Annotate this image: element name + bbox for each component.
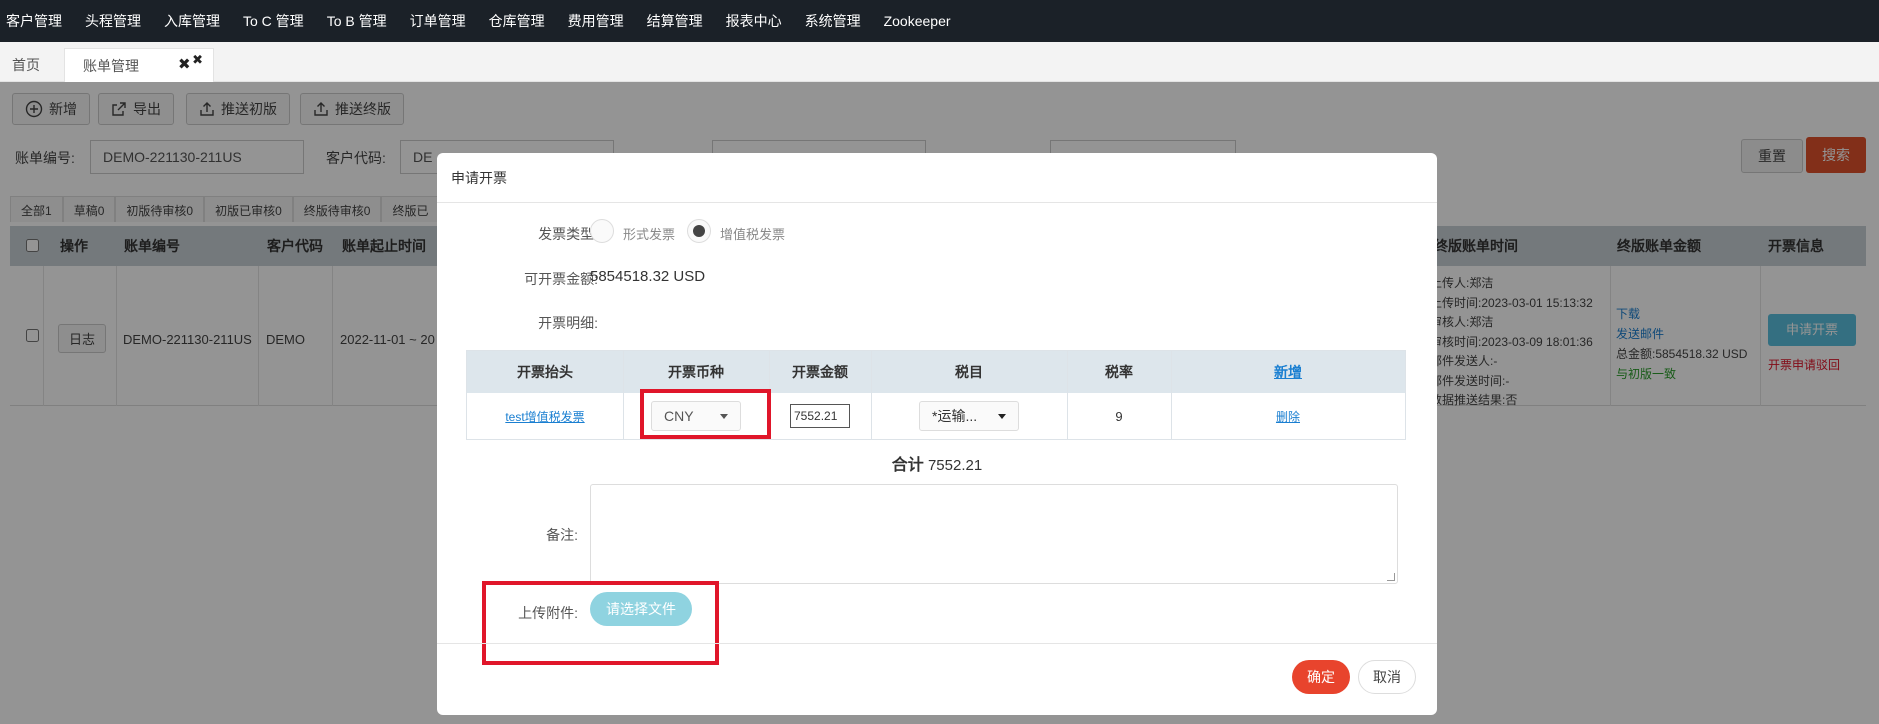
- nav-item-customer[interactable]: 客户管理: [0, 11, 77, 31]
- nav-item-toc[interactable]: To C 管理: [235, 11, 319, 31]
- invoice-title-link[interactable]: test增值税发票: [505, 408, 584, 425]
- row-amount-cell: 7552.21: [769, 393, 871, 439]
- tax-item-select[interactable]: *运输...: [919, 401, 1019, 431]
- invoice-detail-label: 开票明细:: [538, 315, 598, 331]
- cancel-button[interactable]: 取消: [1358, 660, 1416, 694]
- tab-home[interactable]: 首页: [12, 48, 40, 82]
- highlight-box-upload: [482, 581, 719, 665]
- dialog-footer-divider: [437, 643, 1437, 644]
- apply-invoice-dialog: 申请开票 发票类型: 形式发票 增值税发票 可开票金额: 5854518.32 …: [437, 153, 1437, 715]
- invoice-total: 合计 7552.21: [437, 451, 1437, 475]
- col-invoice-title: 开票抬头: [467, 351, 623, 393]
- col-tax-item: 税目: [871, 351, 1067, 393]
- remark-label: 备注:: [546, 527, 578, 543]
- nav-item-reports[interactable]: 报表中心: [718, 11, 797, 31]
- nav-item-warehouse[interactable]: 仓库管理: [481, 11, 560, 31]
- chevron-down-icon: [998, 413, 1006, 419]
- confirm-button[interactable]: 确定: [1292, 660, 1350, 694]
- row-tax-item-cell: *运输...: [871, 393, 1067, 439]
- highlight-box-currency: [640, 389, 771, 439]
- nav-item-system[interactable]: 系统管理: [797, 11, 876, 31]
- close-all-tabs-icon[interactable]: ✖: [178, 48, 191, 82]
- col-invoice-amount: 开票金额: [769, 351, 871, 393]
- radio-proforma[interactable]: [590, 219, 614, 243]
- available-amount-label: 可开票金额:: [524, 271, 598, 287]
- total-label: 合计: [891, 457, 924, 474]
- invoice-detail-table: 开票抬头 开票币种 开票金额 税目 税率 新增 test增值税发票 CNY 75…: [466, 350, 1406, 440]
- row-invoice-title-cell: test增值税发票: [467, 393, 623, 439]
- tab-bill-label: 账单管理: [83, 58, 139, 74]
- nav-item-first-leg[interactable]: 头程管理: [77, 11, 156, 31]
- nav-item-zookeeper[interactable]: Zookeeper: [876, 13, 966, 29]
- tax-item-value: *运输...: [932, 408, 978, 424]
- row-delete-cell: 删除: [1171, 393, 1405, 439]
- top-navigation: 客户管理 头程管理 入库管理 To C 管理 To B 管理 订单管理 仓库管理…: [0, 0, 1879, 42]
- radio-proforma-label: 形式发票: [623, 227, 676, 242]
- add-row-link[interactable]: 新增: [1274, 364, 1302, 380]
- nav-item-inbound[interactable]: 入库管理: [156, 11, 235, 31]
- col-invoice-currency: 开票币种: [623, 351, 769, 393]
- remark-textarea[interactable]: [590, 484, 1398, 584]
- radio-vat[interactable]: [687, 219, 711, 243]
- nav-item-orders[interactable]: 订单管理: [402, 11, 481, 31]
- nav-item-tob[interactable]: To B 管理: [319, 11, 402, 31]
- tab-bill-management[interactable]: 账单管理 ✖: [64, 48, 214, 82]
- available-amount-value: 5854518.32 USD: [590, 268, 706, 285]
- col-add: 新增: [1171, 351, 1405, 393]
- nav-item-settlement[interactable]: 结算管理: [639, 11, 718, 31]
- nav-item-fees[interactable]: 费用管理: [560, 11, 639, 31]
- resize-handle-icon[interactable]: [1387, 573, 1395, 581]
- invoice-amount-input[interactable]: 7552.21: [790, 404, 850, 428]
- radio-vat-label: 增值税发票: [720, 227, 786, 242]
- row-tax-rate-cell: 9: [1115, 408, 1123, 424]
- dialog-title: 申请开票: [437, 153, 1437, 203]
- tab-bar: 首页 账单管理 ✖ ✖: [0, 42, 1879, 82]
- tab-close-icon[interactable]: ✖: [192, 43, 203, 77]
- total-value: 7552.21: [927, 457, 983, 474]
- delete-row-link[interactable]: 删除: [1276, 408, 1300, 425]
- col-tax-rate: 税率: [1067, 351, 1171, 393]
- invoice-type-label: 发票类型:: [538, 226, 598, 242]
